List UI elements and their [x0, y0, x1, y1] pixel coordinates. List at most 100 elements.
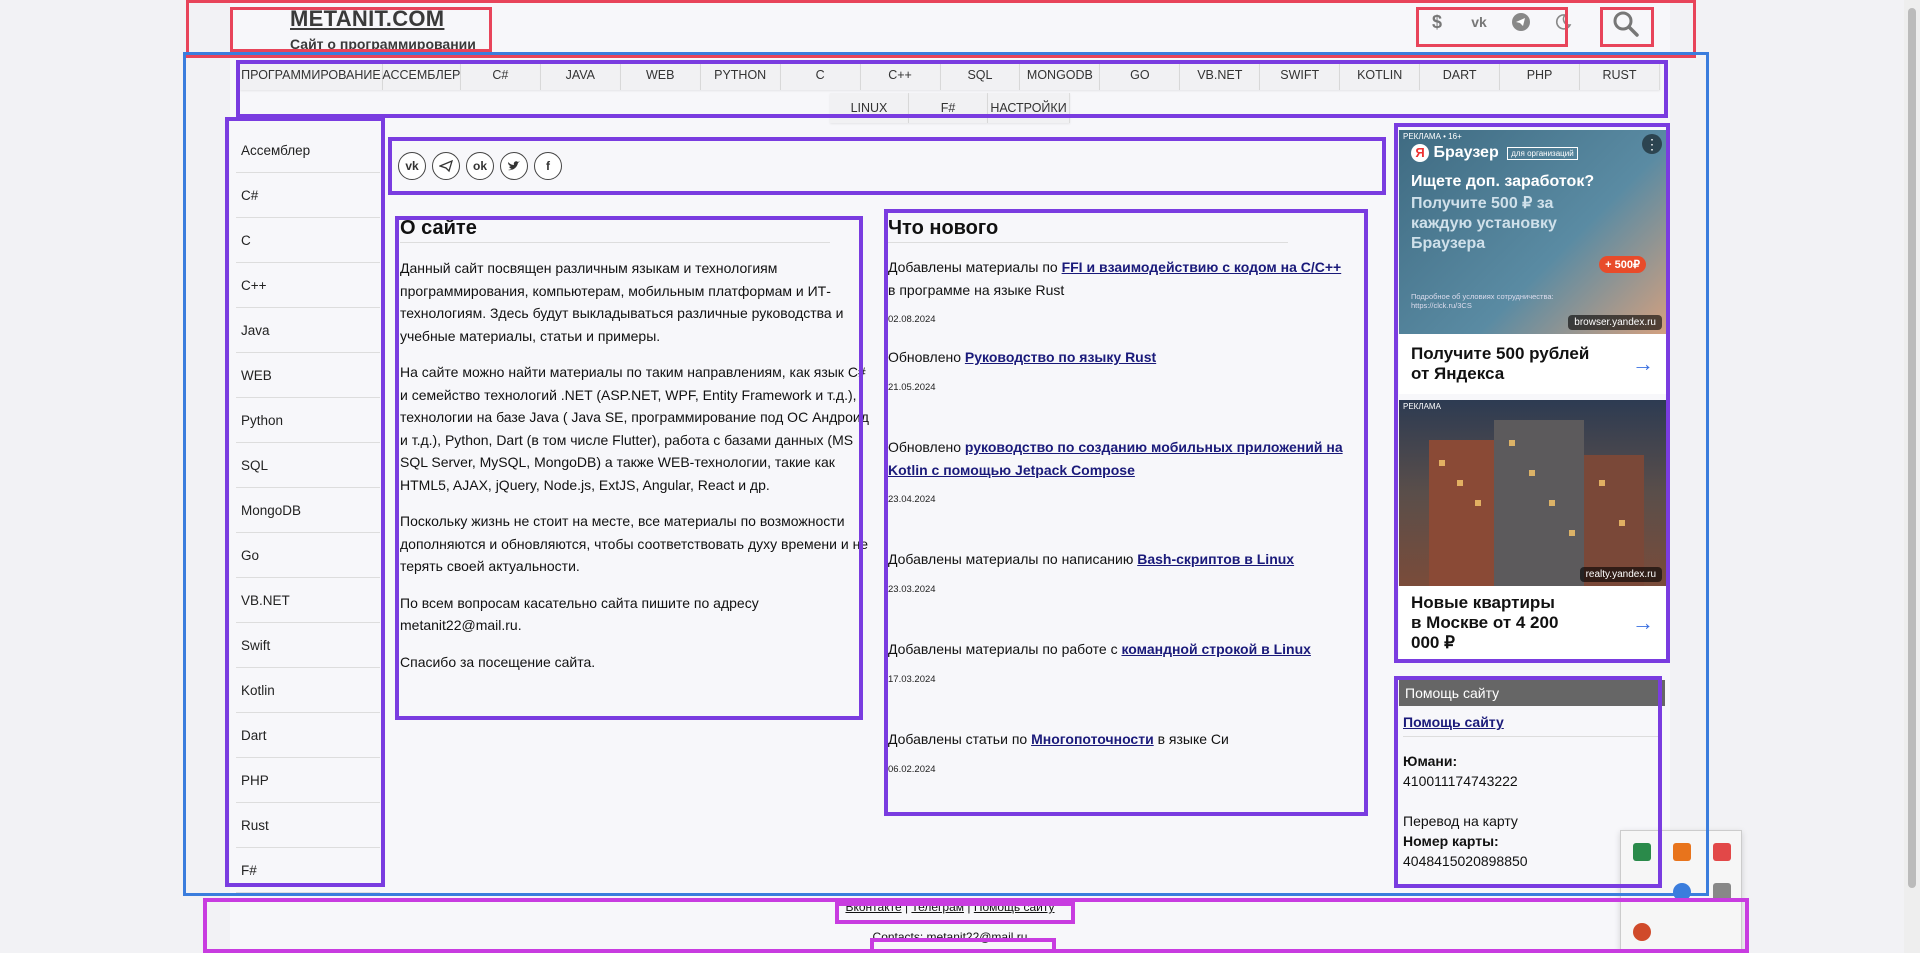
news-link[interactable]: Многопоточности: [1031, 731, 1154, 747]
shield-icon[interactable]: [1633, 843, 1651, 861]
ok-share-icon[interactable]: ok: [466, 152, 494, 180]
about-section: О сайте Данный сайт посвящен различным я…: [400, 216, 870, 687]
ad-headline: Ищете доп. заработок?: [1411, 173, 1595, 190]
nav-item-vb-net[interactable]: VB.NET: [1180, 60, 1261, 90]
nav-item-sql[interactable]: SQL: [940, 60, 1021, 90]
search-icon[interactable]: [1612, 10, 1640, 38]
nav-item-php[interactable]: PHP: [1500, 60, 1581, 90]
footer-link-help[interactable]: Помощь сайту: [974, 900, 1055, 914]
news-item: Обновлено руководство по созданию мобиль…: [888, 436, 1348, 512]
sidebar-item[interactable]: Go: [236, 533, 380, 578]
sidebar-item[interactable]: C: [236, 218, 380, 263]
arrow-right-icon[interactable]: →: [1632, 353, 1654, 375]
app-icon-colored[interactable]: [1633, 923, 1651, 941]
ad-source[interactable]: realty.yandex.ru: [1579, 567, 1662, 582]
facebook-share-icon[interactable]: f: [534, 152, 562, 180]
nav-item-c-[interactable]: C#: [460, 60, 541, 90]
nav-item-c[interactable]: C: [780, 60, 861, 90]
ad-caption[interactable]: Новые квартиры в Москве от 4 200 000 ₽ →: [1399, 586, 1666, 660]
site-subtitle: Сайт о программировании: [290, 36, 476, 52]
app-icon-orange[interactable]: [1673, 843, 1691, 861]
sidebar-item[interactable]: C++: [236, 263, 380, 308]
sidebar-item[interactable]: VB.NET: [236, 578, 380, 623]
dollar-icon[interactable]: $: [1425, 10, 1449, 34]
nav-item-f-[interactable]: F#: [909, 93, 988, 123]
header-icons: $ vk: [1425, 10, 1575, 34]
app-icon-red[interactable]: [1713, 843, 1731, 861]
nav-item-программирование[interactable]: ПРОГРАММИРОВАНИЕ: [240, 60, 383, 90]
footer-contacts: Contacts: metanit22@mail.ru: [872, 930, 1028, 944]
ad-source[interactable]: browser.yandex.ru: [1568, 315, 1662, 330]
news-date: 23.03.2024: [888, 583, 936, 595]
sidebar-item[interactable]: WEB: [236, 353, 380, 398]
vk-share-icon[interactable]: vk: [398, 152, 426, 180]
help-link[interactable]: Помощь сайту: [1403, 714, 1504, 730]
news-section: Что нового Добавлены материалы по FFI и …: [888, 216, 1348, 775]
sidebar-item[interactable]: MongoDB: [236, 488, 380, 533]
yoomoney-value: 410011174743222: [1403, 773, 1518, 789]
ad-label: РЕКЛАМА: [1403, 402, 1441, 411]
ad-fine-print: Подробное об условиях сотрудничества: ht…: [1411, 292, 1554, 310]
nav-item-swift[interactable]: SWIFT: [1260, 60, 1341, 90]
yoomoney-label: Юмани:: [1403, 753, 1458, 769]
ad-browser[interactable]: РЕКЛАМА • 16+ ⋮ Я Браузер для организаци…: [1399, 130, 1666, 394]
news-link[interactable]: FFI и взаимодействию с кодом на C/C++: [1062, 259, 1342, 275]
nav-item-dart[interactable]: DART: [1420, 60, 1501, 90]
footer-link-vk[interactable]: Вконтакте: [845, 900, 901, 914]
news-link[interactable]: Руководство по языку Rust: [965, 349, 1156, 365]
chrome-icon[interactable]: [1673, 883, 1691, 901]
nav-item-настройки[interactable]: НАСТРОЙКИ: [988, 93, 1070, 123]
nav-item-linux[interactable]: LINUX: [830, 93, 909, 123]
news-item: Добавлены материалы по FFI и взаимодейст…: [888, 256, 1348, 332]
news-item: Добавлены материалы по работе с командно…: [888, 638, 1348, 691]
sidebar-item[interactable]: Python: [236, 398, 380, 443]
network-icon[interactable]: [1713, 883, 1731, 901]
page-scrollbar[interactable]: [1904, 0, 1920, 953]
sidebar-item[interactable]: PHP: [236, 758, 380, 803]
footer-link-telegram[interactable]: Телеграм: [911, 900, 964, 914]
nav-item-go[interactable]: GO: [1100, 60, 1181, 90]
ad-badge: + 500₽: [1599, 256, 1646, 273]
site-logo[interactable]: METANIT.COM Сайт о программировании: [290, 6, 476, 52]
sidebar-item[interactable]: Rust: [236, 803, 380, 848]
sidebar-item[interactable]: SQL: [236, 443, 380, 488]
nav-item-kotlin[interactable]: KOTLIN: [1340, 60, 1421, 90]
site-title[interactable]: METANIT.COM: [290, 6, 476, 32]
ad-caption[interactable]: Получите 500 рублей от Яндекса →: [1399, 334, 1666, 394]
telegram-share-icon[interactable]: [432, 152, 460, 180]
scrollbar-thumb[interactable]: [1908, 8, 1916, 888]
ad-realty[interactable]: РЕКЛАМА realty.yandex.ru Новые квартиры …: [1399, 400, 1666, 660]
sidebar-item[interactable]: Kotlin: [236, 668, 380, 713]
arrow-right-icon[interactable]: →: [1632, 612, 1654, 634]
news-item: Добавлены материалы по написанию Bash-ск…: [888, 548, 1348, 601]
sidebar-item[interactable]: Dart: [236, 713, 380, 758]
telegram-icon[interactable]: [1509, 10, 1533, 34]
sidebar-item[interactable]: C#: [236, 173, 380, 218]
ad-realty-image[interactable]: РЕКЛАМА realty.yandex.ru: [1399, 400, 1666, 586]
sidebar-item[interactable]: Swift: [236, 623, 380, 668]
ad-menu-icon[interactable]: ⋮: [1642, 134, 1662, 154]
ad-label: РЕКЛАМА • 16+: [1403, 132, 1462, 141]
nav-item-ассемблер[interactable]: АССЕМБЛЕР: [382, 60, 461, 90]
twitter-share-icon[interactable]: [500, 152, 528, 180]
news-link[interactable]: Bash-скриптов в Linux: [1137, 551, 1294, 567]
news-item: Обновлено Руководство по языку Rust 21.05…: [888, 346, 1348, 399]
nav-item-c-[interactable]: C++: [860, 60, 941, 90]
sidebar-item[interactable]: F#: [236, 848, 380, 893]
nav-item-python[interactable]: PYTHON: [700, 60, 781, 90]
news-link[interactable]: командной строкой в Linux: [1121, 641, 1310, 657]
sidebar-item[interactable]: Java: [236, 308, 380, 353]
share-buttons: vk ok f: [398, 152, 562, 180]
nav-item-mongodb[interactable]: MONGODB: [1020, 60, 1101, 90]
about-paragraph: На сайте можно найти материалы по таким …: [400, 364, 869, 493]
moon-icon[interactable]: [1551, 10, 1575, 34]
about-paragraph: Данный сайт посвящен различным языкам и …: [400, 260, 844, 344]
yandex-logo-icon: Я: [1411, 144, 1429, 162]
nav-item-web[interactable]: WEB: [620, 60, 701, 90]
nav-item-rust[interactable]: RUST: [1580, 60, 1660, 90]
sidebar-item[interactable]: Ассемблер: [236, 128, 380, 173]
vk-icon[interactable]: vk: [1467, 10, 1491, 34]
nav-item-java[interactable]: JAVA: [540, 60, 621, 90]
ad-browser-image[interactable]: РЕКЛАМА • 16+ ⋮ Я Браузер для организаци…: [1399, 130, 1666, 334]
ad-subline: Получите 500 ₽ за каждую установку Брауз…: [1411, 195, 1557, 252]
